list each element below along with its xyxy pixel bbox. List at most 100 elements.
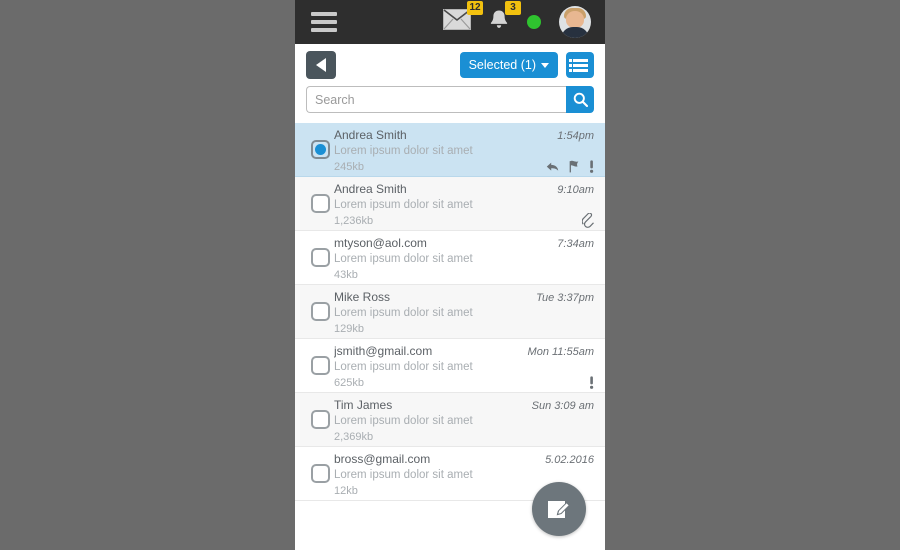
list-view-button[interactable] <box>566 52 594 78</box>
mail-list-item[interactable]: Tim James Sun 3:09 am Lorem ipsum dolor si… <box>295 393 605 447</box>
mail-app-frame: 12 3 Selected (1) Search Andrea Smith 1:… <box>295 0 605 550</box>
mail-row-body: Tim James Sun 3:09 am Lorem ipsum dolor si… <box>334 393 594 443</box>
search-bar <box>295 86 605 123</box>
mail-list-item[interactable]: Mike Ross Tue 3:37pm Lorem ipsum dolor sit… <box>295 285 605 339</box>
mail-list-item[interactable]: jsmith@gmail.com Mon 11:55am Lorem ipsum d… <box>295 339 605 393</box>
row-checkbox-checked[interactable] <box>311 140 330 159</box>
mail-size: 129kb <box>334 322 364 335</box>
mail-list: Andrea Smith 1:54pm Lorem ipsum dolor sit … <box>295 123 605 501</box>
mail-snippet: Lorem ipsum dolor sit amet <box>334 145 473 157</box>
hamburger-bar <box>311 28 337 32</box>
back-button[interactable] <box>306 51 336 79</box>
mail-timestamp: Tue 3:37pm <box>536 292 594 304</box>
row-checkbox[interactable] <box>311 356 330 375</box>
search-button[interactable] <box>566 86 594 113</box>
mail-row-body: Andrea Smith 1:54pm Lorem ipsum dolor sit … <box>334 123 594 173</box>
hamburger-bar <box>311 20 337 24</box>
mail-size: 245kb <box>334 160 364 173</box>
mail-count-badge: 12 <box>467 1 483 15</box>
mail-timestamp: 7:34am <box>557 238 594 250</box>
mail-timestamp: 1:54pm <box>557 130 594 142</box>
mail-row-header: jsmith@gmail.com Mon 11:55am <box>334 344 594 358</box>
mail-row-icons <box>589 376 594 389</box>
mail-row-header: bross@gmail.com 5.02.2016 <box>334 452 594 466</box>
top-navigation-bar: 12 3 <box>295 0 605 44</box>
chevron-down-icon <box>541 62 549 68</box>
mail-row-footer: 1,236kb <box>334 213 594 228</box>
mail-row-header: Mike Ross Tue 3:37pm <box>334 290 594 304</box>
mail-size: 2,369kb <box>334 430 374 443</box>
mail-snippet: Lorem ipsum dolor sit amet <box>334 253 473 265</box>
mail-snippet: Lorem ipsum dolor sit amet <box>334 307 473 319</box>
mail-list-item[interactable]: mtyson@aol.com 7:34am Lorem ipsum dolor si… <box>295 231 605 285</box>
notification-count-badge: 3 <box>505 1 521 15</box>
mail-sender: mtyson@aol.com <box>334 236 427 250</box>
priority-icon[interactable] <box>589 160 594 173</box>
mail-row-header: mtyson@aol.com 7:34am <box>334 236 594 250</box>
mail-row-header: Andrea Smith 1:54pm <box>334 128 594 142</box>
flag-icon[interactable] <box>568 160 580 173</box>
priority-icon[interactable] <box>589 376 594 389</box>
list-view-row <box>568 68 588 72</box>
row-checkbox[interactable] <box>311 194 330 213</box>
mail-row-footer: 129kb <box>334 322 594 335</box>
reply-icon[interactable] <box>546 161 559 173</box>
row-checkbox[interactable] <box>311 410 330 429</box>
mail-row-body: Mike Ross Tue 3:37pm Lorem ipsum dolor sit… <box>334 285 594 335</box>
mail-snippet: Lorem ipsum dolor sit amet <box>334 415 473 427</box>
selected-dropdown-label: Selected (1) <box>468 58 536 72</box>
avatar-face <box>566 11 584 28</box>
back-arrow-icon <box>316 58 326 72</box>
mail-sender: bross@gmail.com <box>334 452 431 466</box>
list-action-bar: Selected (1) <box>295 44 605 86</box>
mail-size: 1,236kb <box>334 214 374 227</box>
compose-button[interactable] <box>532 482 586 536</box>
mail-list-item[interactable]: Andrea Smith 9:10am Lorem ipsum dolor sit … <box>295 177 605 231</box>
mail-row-icons <box>582 213 594 228</box>
mail-row-body: jsmith@gmail.com Mon 11:55am Lorem ipsum d… <box>334 339 594 389</box>
search-icon <box>573 92 588 107</box>
mail-timestamp: Sun 3:09 am <box>531 400 594 412</box>
mail-timestamp: 9:10am <box>557 184 594 196</box>
mail-row-footer: 245kb <box>334 160 594 173</box>
online-status-dot[interactable] <box>527 15 541 29</box>
compose-icon <box>548 501 571 518</box>
list-view-icon <box>568 58 588 72</box>
bell-icon[interactable]: 3 <box>489 1 521 35</box>
mail-sender: Andrea Smith <box>334 128 407 142</box>
mail-row-footer: 43kb <box>334 268 594 281</box>
mail-size: 625kb <box>334 376 364 389</box>
mail-sender: Mike Ross <box>334 290 391 304</box>
mail-snippet: Lorem ipsum dolor sit amet <box>334 361 473 373</box>
row-checkbox[interactable] <box>311 464 330 483</box>
row-checkbox[interactable] <box>311 302 330 321</box>
mail-sender: jsmith@gmail.com <box>334 344 433 358</box>
mail-sender: Andrea Smith <box>334 182 407 196</box>
hamburger-menu-icon[interactable] <box>311 12 337 32</box>
selected-dropdown-button[interactable]: Selected (1) <box>459 52 558 78</box>
mail-timestamp: Mon 11:55am <box>527 346 594 358</box>
attachment-icon[interactable] <box>582 213 594 228</box>
mail-timestamp: 5.02.2016 <box>545 454 594 466</box>
mail-row-body: Andrea Smith 9:10am Lorem ipsum dolor sit … <box>334 177 594 228</box>
mail-snippet: Lorem ipsum dolor sit amet <box>334 199 473 211</box>
search-input[interactable] <box>306 86 566 113</box>
mail-row-footer: 2,369kb <box>334 430 594 443</box>
mail-row-body: mtyson@aol.com 7:34am Lorem ipsum dolor si… <box>334 231 594 281</box>
envelope-icon[interactable]: 12 <box>443 1 483 35</box>
mail-row-header: Andrea Smith 9:10am <box>334 182 594 196</box>
hamburger-bar <box>311 12 337 16</box>
mail-list-item[interactable]: Andrea Smith 1:54pm Lorem ipsum dolor sit … <box>295 123 605 177</box>
topbar-actions: 12 3 <box>443 0 605 44</box>
action-bar-right: Selected (1) <box>459 52 594 78</box>
mail-row-icons <box>546 160 594 173</box>
mail-snippet: Lorem ipsum dolor sit amet <box>334 469 473 481</box>
row-checkbox[interactable] <box>311 248 330 267</box>
mail-row-footer: 625kb <box>334 376 594 389</box>
list-view-row <box>568 63 588 67</box>
mail-row-header: Tim James Sun 3:09 am <box>334 398 594 412</box>
avatar-body <box>561 27 589 38</box>
mail-sender: Tim James <box>334 398 393 412</box>
user-avatar[interactable] <box>559 6 591 38</box>
mail-size: 43kb <box>334 268 358 281</box>
